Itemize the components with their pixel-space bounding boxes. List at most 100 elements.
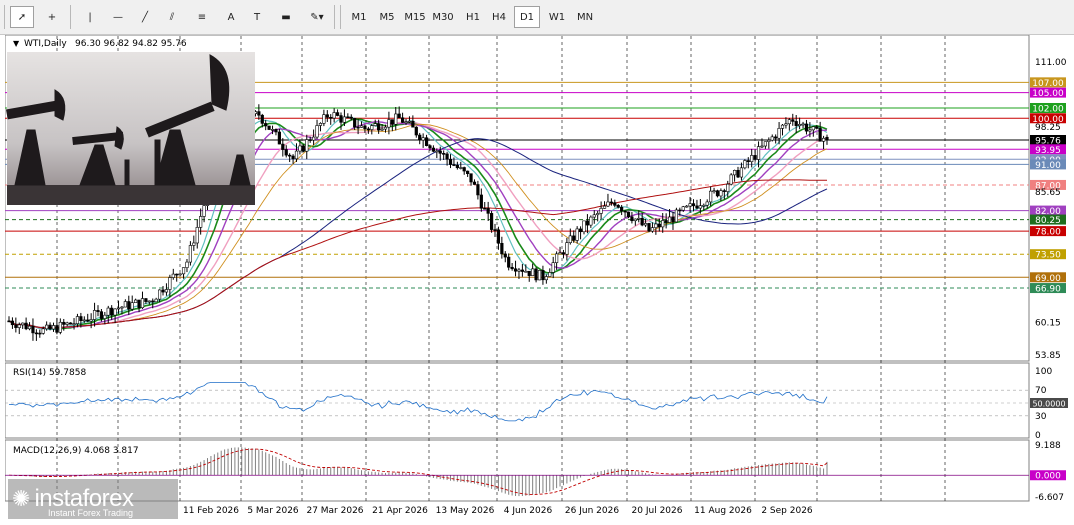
candle-body: [383, 126, 388, 130]
candle-body: [466, 170, 470, 174]
candle-body: [524, 270, 528, 273]
candle-body: [318, 123, 323, 126]
candle-body: [168, 277, 172, 290]
candle-body: [288, 154, 292, 157]
candle-body: [544, 276, 548, 281]
candle-body: [462, 167, 466, 172]
candle-body: [157, 289, 162, 300]
candle-body: [561, 252, 566, 255]
timeframe-w1[interactable]: W1: [544, 6, 570, 28]
candle-body: [72, 323, 76, 325]
candle-body: [445, 153, 449, 160]
candle-body: [513, 268, 518, 272]
trendline-icon[interactable]: ╱: [133, 6, 157, 28]
candle-body: [777, 128, 781, 139]
candle-body: [613, 202, 617, 206]
candle-body: [380, 128, 384, 131]
candle-body: [55, 325, 59, 333]
candle-body: [31, 325, 35, 334]
candle-body: [363, 125, 367, 130]
level-badge-text: 66.90: [1035, 285, 1061, 295]
timeframe-h4[interactable]: H4: [486, 6, 512, 28]
timeframe-d1[interactable]: D1: [514, 6, 540, 28]
candle-body: [483, 207, 487, 210]
candle-body: [760, 145, 764, 148]
candle-body: [691, 203, 696, 207]
crosshair-icon[interactable]: +: [40, 6, 64, 28]
candle-body: [421, 137, 425, 141]
timeframe-m5[interactable]: M5: [374, 6, 400, 28]
candle-body: [496, 229, 501, 244]
candle-body: [175, 273, 179, 276]
timeframe-mn[interactable]: MN: [572, 6, 598, 28]
candle-body: [113, 308, 117, 316]
ohlc-readout: 96.30 96.82 94.82 95.76: [75, 39, 187, 49]
rsi-tick: 70: [1035, 386, 1047, 396]
candle-body: [756, 146, 761, 160]
candle-body: [510, 266, 514, 270]
candle-body: [332, 112, 336, 119]
candle-body: [34, 332, 38, 335]
fibonacci-icon[interactable]: ≡: [190, 6, 214, 28]
candle-body: [353, 118, 357, 128]
candle-body: [650, 227, 655, 232]
candle-body: [366, 128, 370, 131]
candle-body: [373, 123, 377, 126]
price-tick: 60.15: [1035, 319, 1061, 329]
candle-body: [585, 220, 590, 226]
date-tick: 4 Jun 2026: [504, 506, 553, 516]
vertical-line-icon[interactable]: |: [80, 6, 100, 28]
candle-body: [346, 116, 350, 119]
candle-body: [329, 116, 333, 119]
candle-body: [616, 205, 620, 208]
channel-icon[interactable]: ⫽: [160, 6, 184, 28]
macd-label: MACD(12,26,9) 4.068 3.817: [13, 446, 139, 456]
instaforex-logo-icon: ✺: [12, 486, 31, 512]
date-tick: 5 Mar 2026: [247, 506, 299, 516]
candle-body: [780, 124, 785, 129]
macd-tick: -6.607: [1035, 493, 1064, 503]
candle-body: [312, 136, 316, 141]
candle-body: [151, 300, 155, 303]
rectangle-icon[interactable]: ▬: [274, 6, 298, 28]
candle-body: [623, 210, 627, 213]
cursor-arrow-icon[interactable]: ➚: [10, 6, 34, 28]
shapes-dropdown-icon[interactable]: ✎▾: [302, 6, 332, 28]
candle-body: [565, 242, 569, 255]
chart-svg[interactable]: 107.00105.00102.00100.0095.7693.9592.009…: [4, 34, 1069, 522]
candle-body: [65, 322, 69, 325]
candle-body: [709, 190, 713, 203]
candle-body: [578, 228, 583, 233]
timeframe-h1[interactable]: H1: [460, 6, 486, 28]
candle-body: [96, 310, 100, 312]
symbol-dropdown-icon[interactable]: ▼: [13, 39, 20, 48]
candle-body: [644, 223, 648, 226]
horizontal-line-icon[interactable]: —: [106, 6, 130, 28]
candle-body: [397, 113, 401, 119]
candle-body: [82, 319, 86, 322]
timeframe-m1[interactable]: M1: [346, 6, 372, 28]
chart-area[interactable]: 107.00105.00102.00100.0095.7693.9592.009…: [4, 34, 1069, 522]
level-badge-text: 105.00: [1032, 89, 1064, 99]
rsi-tick: 100: [1035, 367, 1052, 377]
text-icon[interactable]: A: [220, 6, 242, 28]
candle-body: [705, 201, 709, 206]
macd-tick: 9.188: [1035, 441, 1061, 451]
timeframe-m30[interactable]: M30: [430, 6, 456, 28]
symbol-label: WTI,Daily: [24, 39, 67, 49]
candle-body: [695, 205, 699, 209]
candle-body: [51, 325, 56, 330]
timeframe-m15[interactable]: M15: [402, 6, 428, 28]
candle-body: [770, 136, 774, 141]
text-label-icon[interactable]: T: [246, 6, 268, 28]
candle-body: [99, 311, 104, 319]
candle-body: [127, 301, 131, 310]
candle-body: [418, 134, 422, 141]
candle-body: [667, 216, 672, 223]
candle-body: [736, 170, 740, 178]
candle-body: [298, 145, 302, 152]
candle-body: [575, 228, 579, 241]
candle-body: [798, 124, 802, 126]
candle-body: [732, 170, 737, 176]
candle-body: [541, 270, 545, 281]
